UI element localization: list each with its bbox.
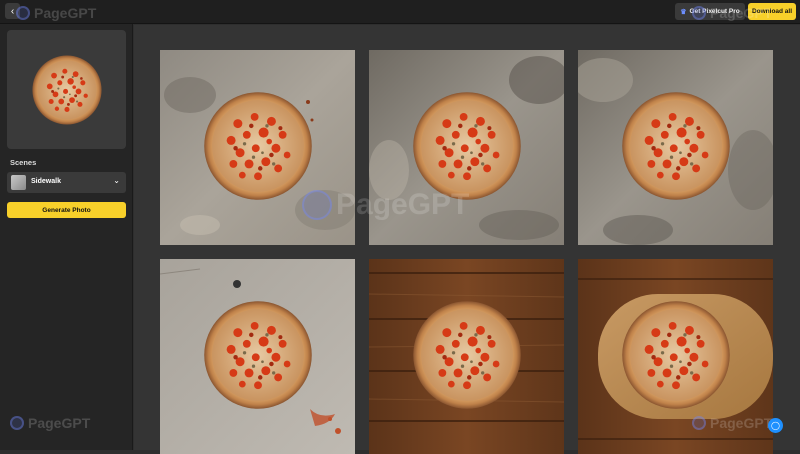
result-tile[interactable]: [160, 259, 355, 454]
chat-icon: ◯: [771, 421, 780, 430]
generate-photo-button[interactable]: Generate Photo: [7, 202, 126, 218]
result-tile[interactable]: [578, 50, 773, 245]
scenes-label: Scenes: [10, 158, 37, 167]
download-all-button[interactable]: Download all: [748, 3, 796, 20]
crown-icon: ♛: [680, 8, 687, 16]
back-button[interactable]: ‹: [5, 3, 20, 19]
top-bar: ‹ PageGPT ♛ Get Pixelcut Pro Download al…: [0, 0, 800, 24]
pizza-preview-image: [31, 54, 102, 125]
pizza-on-concrete-image: [578, 50, 773, 245]
watermark-logo-icon: [10, 416, 24, 430]
scene-thumbnail: [11, 175, 26, 190]
get-pro-button[interactable]: ♛ Get Pixelcut Pro: [675, 3, 745, 20]
result-tile[interactable]: [369, 259, 564, 454]
pizza-on-concrete-image: [369, 50, 564, 245]
pizza-on-concrete-image: [160, 50, 355, 245]
pizza-on-concrete-image: [160, 259, 355, 454]
results-grid: PageGPT PageGPT PageGPT: [134, 5, 800, 454]
chevron-down-icon: ⌄: [113, 176, 120, 185]
pizza-on-board-image: [578, 259, 773, 454]
result-tile[interactable]: [369, 50, 564, 245]
scene-dropdown[interactable]: Sidewalk ⌄: [7, 172, 126, 193]
help-chat-button[interactable]: ◯: [768, 418, 783, 433]
result-tile[interactable]: [578, 259, 773, 454]
chevron-left-icon: ‹: [10, 5, 15, 17]
pizza-on-wood-image: [369, 259, 564, 454]
watermark-bottom-left: PageGPT: [10, 415, 90, 431]
scene-selected-value: Sidewalk: [31, 178, 61, 185]
product-preview: [7, 30, 126, 149]
sidebar: Scenes Sidewalk ⌄ Generate Photo PageGPT: [0, 24, 133, 450]
result-tile[interactable]: [160, 50, 355, 245]
watermark-top-left: PageGPT: [16, 5, 96, 21]
